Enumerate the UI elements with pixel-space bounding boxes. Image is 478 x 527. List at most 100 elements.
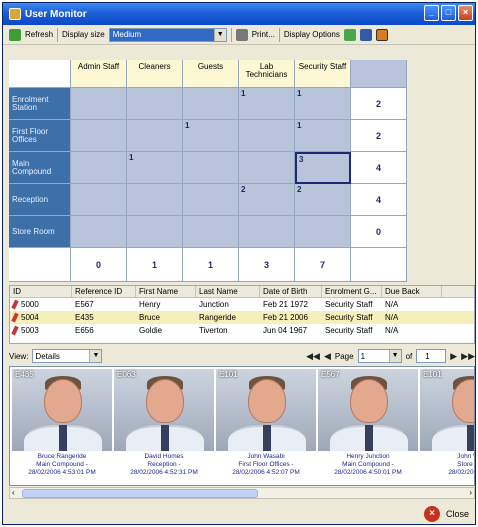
column-header[interactable]: First Name (136, 286, 196, 297)
grid-cell[interactable] (183, 184, 239, 216)
refresh-icon[interactable] (9, 28, 21, 41)
grid-cell[interactable] (239, 152, 295, 184)
column-header[interactable]: Due Back (382, 286, 442, 297)
grid-cell[interactable] (71, 184, 127, 216)
grid-cell[interactable] (183, 216, 239, 248)
table-row[interactable]: 5000 E567 Henry Junction Feb 21 1972 Security… (10, 298, 474, 311)
column-header[interactable]: Last Name (196, 286, 260, 297)
last-page-icon[interactable]: ▶▶ (461, 351, 475, 362)
grid-row-header[interactable]: Reception (9, 184, 71, 216)
grid-cell[interactable]: 1 (127, 152, 183, 184)
table-cell: N/A (385, 300, 399, 309)
table-row[interactable]: 5003 E656 Goldie Tiverton Jun 04 1967 Securit… (10, 324, 474, 337)
users-icon[interactable] (375, 28, 388, 41)
display-options-button[interactable]: Display Options (284, 30, 340, 39)
close-button[interactable]: × Close (423, 506, 469, 522)
grid-cell[interactable] (239, 216, 295, 248)
grid-column-header[interactable]: Lab Technicians (239, 60, 295, 88)
table-cell: Henry (139, 300, 161, 309)
printer-icon[interactable] (235, 28, 248, 41)
grid-row-header[interactable]: Enrolment Station (9, 88, 71, 120)
grid-column-header[interactable]: Cleaners (127, 60, 183, 88)
chevron-down-icon[interactable]: ▼ (89, 350, 102, 362)
grid-cell[interactable] (127, 120, 183, 152)
caption-time: 28/02/2006 4:53:01 PM (28, 469, 96, 476)
grid-cell[interactable] (183, 152, 239, 184)
grid-cell[interactable]: 2 (295, 184, 351, 216)
grid-row-header[interactable]: First Floor Offices (9, 120, 71, 152)
scroll-thumb[interactable] (22, 489, 258, 498)
close-icon[interactable]: × (423, 506, 440, 522)
toolbar: Refresh Display size Medium ▼ Print... D… (3, 25, 475, 45)
location-grid: Admin Staff Cleaners Guests Lab Technicians… (9, 60, 410, 282)
grid-cell[interactable] (183, 88, 239, 120)
table-row[interactable]: 5004 E435 Bruce Rangeride Feb 21 2006 Securit… (10, 311, 474, 324)
grid-cell[interactable]: 1 (239, 88, 295, 120)
grid-column-header[interactable]: Security Staff (295, 60, 351, 88)
grid-cell[interactable] (239, 120, 295, 152)
column-header[interactable]: ID (10, 286, 72, 297)
grid-footer-blank (9, 248, 71, 282)
display-size-select[interactable]: Medium ▼ (108, 27, 227, 42)
grid-row-header[interactable]: Store Room (9, 216, 71, 248)
maximize-button[interactable]: □ (441, 5, 456, 21)
chevron-down-icon[interactable]: ▼ (388, 350, 401, 362)
photo-reference-id: E101 (219, 370, 238, 379)
photo-card[interactable]: E435 Bruce Rangeride Main Compound -28/02/… (12, 369, 112, 485)
grid-column-header[interactable]: Admin Staff (71, 60, 127, 88)
pencil-icon (11, 325, 19, 336)
table-cell: Security Staff (325, 326, 373, 335)
refresh-button[interactable]: Refresh (25, 30, 53, 39)
scroll-left-icon[interactable]: ‹ (12, 488, 15, 497)
table-cell: 5003 (10, 324, 72, 337)
photo-card[interactable]: E101 John Wasabi First Floor Offices -28/0… (216, 369, 316, 485)
page-select[interactable]: 1 ▼ (357, 349, 402, 363)
photo-caption: Henry Junction Main Compound -28/02/2006 … (318, 451, 418, 485)
grid-cell[interactable] (127, 88, 183, 120)
leaf-icon[interactable] (343, 28, 356, 41)
minimize-button[interactable]: _ (424, 5, 439, 21)
grid-corner (9, 60, 71, 88)
title-bar[interactable]: User Monitor (3, 3, 475, 25)
column-header[interactable]: Date of Birth (260, 286, 322, 297)
pencil-icon (11, 312, 19, 323)
horizontal-scrollbar[interactable]: ‹ › (9, 487, 475, 499)
close-window-button[interactable]: × (458, 5, 473, 21)
grid-cell[interactable]: 1 (183, 120, 239, 152)
grid-cell[interactable]: 2 (239, 184, 295, 216)
table-cell: Goldie (139, 326, 163, 335)
first-page-icon[interactable]: ◀◀ (306, 351, 320, 362)
column-total: 7 (295, 248, 351, 282)
grid-cell[interactable]: 1 (295, 120, 351, 152)
table-cell: Security Staff (325, 313, 373, 322)
toolbar-separator (278, 27, 280, 42)
photo-card[interactable]: E101 John WaStore Ro28/02/2006 4:4 (420, 369, 474, 485)
photo-caption: David Homes Reception -28/02/2006 4:52:31… (114, 451, 214, 485)
photo-card[interactable]: E063 David Homes Reception -28/02/2006 4:5… (114, 369, 214, 485)
grid-row-header[interactable]: Main Compound (9, 152, 71, 184)
grid-cell[interactable] (71, 216, 127, 248)
grid-cell[interactable] (127, 184, 183, 216)
photo-card[interactable]: E567 Henry Junction Main Compound -28/02/2… (318, 369, 418, 485)
pencil-icon (11, 299, 19, 310)
grid-cell[interactable] (71, 88, 127, 120)
grid-column-header[interactable]: Guests (183, 60, 239, 88)
table-cell: N/A (385, 313, 399, 322)
grid-icon[interactable] (359, 28, 372, 41)
chevron-down-icon[interactable]: ▼ (213, 28, 226, 41)
scroll-right-icon[interactable]: › (469, 488, 472, 497)
grid-cell[interactable] (295, 216, 351, 248)
grid-cell[interactable] (71, 152, 127, 184)
photo-caption: Bruce Rangeride Main Compound -28/02/2006… (12, 451, 112, 485)
grid-cell[interactable] (127, 216, 183, 248)
column-header[interactable]: Enrolment G... (322, 286, 382, 297)
prev-page-icon[interactable]: ◀ (324, 351, 331, 362)
print-button[interactable]: Print... (252, 30, 275, 39)
grid-cell[interactable]: 1 (295, 88, 351, 120)
column-header[interactable]: Reference ID (72, 286, 136, 297)
list-header: ID Reference ID First Name Last Name Date of… (10, 286, 474, 298)
grid-cell[interactable] (71, 120, 127, 152)
view-select[interactable]: Details ▼ (32, 349, 103, 363)
next-page-icon[interactable]: ▶ (450, 351, 457, 362)
grid-cell[interactable]: 3 (295, 152, 351, 184)
